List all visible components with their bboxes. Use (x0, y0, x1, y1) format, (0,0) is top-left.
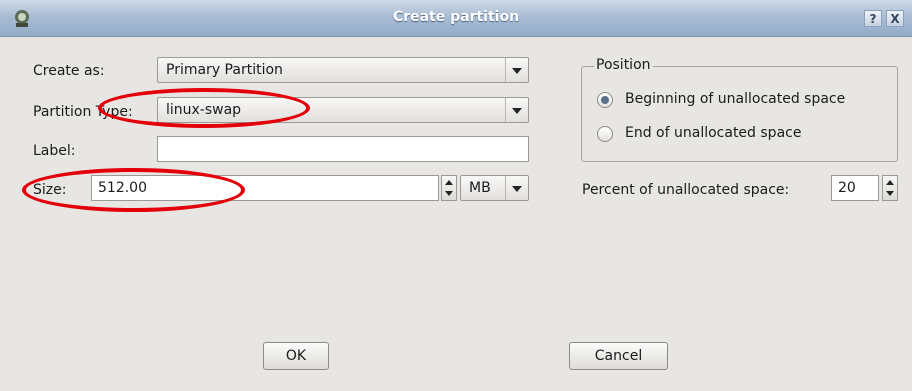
annotation-ellipse-partition-type (98, 88, 310, 128)
title-bar[interactable]: Create partition ? X (0, 0, 912, 37)
position-group (581, 66, 898, 162)
label-input[interactable] (157, 136, 529, 162)
annotation-ellipse-size (22, 168, 245, 212)
window-title: Create partition (392, 9, 520, 25)
size-spin-button[interactable] (441, 175, 457, 201)
chevron-down-icon[interactable] (505, 98, 528, 122)
chevron-down-icon[interactable] (505, 176, 528, 200)
cancel-button[interactable]: Cancel (569, 342, 668, 370)
percent-label: Percent of unallocated space: (582, 182, 790, 198)
percent-value: 20 (838, 180, 856, 196)
create-as-label: Create as: (33, 63, 105, 79)
radio-beginning[interactable] (597, 92, 613, 108)
radio-end[interactable] (597, 126, 613, 142)
position-group-title: Position (594, 57, 653, 73)
size-unit-value: MB (469, 180, 491, 196)
close-button[interactable]: X (886, 10, 904, 27)
radio-beginning-label[interactable]: Beginning of unallocated space (625, 91, 845, 107)
radio-end-label[interactable]: End of unallocated space (625, 125, 801, 141)
help-button[interactable]: ? (864, 10, 882, 27)
size-unit-combo[interactable]: MB (460, 175, 529, 201)
create-partition-dialog: Create partition ? X Create as: Primary … (0, 0, 912, 391)
create-as-combo[interactable]: Primary Partition (157, 57, 529, 83)
label-field-label: Label: (33, 143, 76, 159)
create-as-value: Primary Partition (166, 62, 283, 78)
ok-button[interactable]: OK (263, 342, 329, 370)
chevron-down-icon[interactable] (505, 58, 528, 82)
percent-spin-button[interactable] (882, 175, 898, 201)
percent-input[interactable]: 20 (831, 175, 879, 201)
